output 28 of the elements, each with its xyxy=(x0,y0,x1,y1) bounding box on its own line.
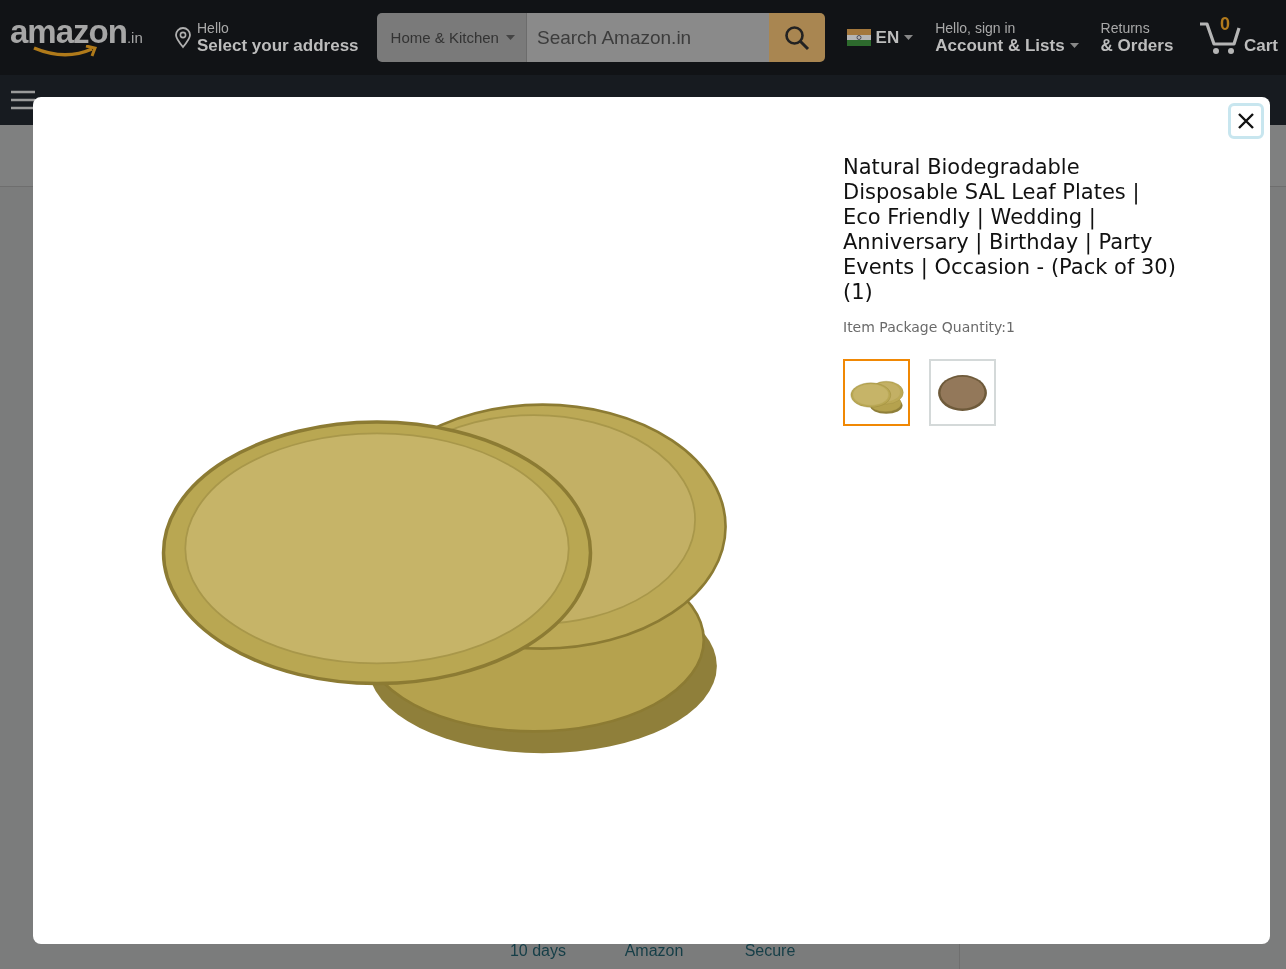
search-field[interactable]: Search Amazon.in xyxy=(526,13,769,62)
sign-in-greeting: Hello, sign in xyxy=(935,19,1017,36)
caret-icon xyxy=(1069,43,1079,48)
menu-icon[interactable] xyxy=(11,90,35,110)
smile-arrow-icon xyxy=(32,45,98,59)
package-quantity: Item Package Quantity:1 xyxy=(843,319,1016,335)
india-flag-icon xyxy=(846,29,871,46)
address-link[interactable]: Select your address xyxy=(197,35,359,56)
caret-icon xyxy=(904,35,914,40)
image-thumbnail[interactable] xyxy=(843,359,910,426)
cart-icon xyxy=(1198,19,1242,56)
single-plate-thumbnail xyxy=(938,374,987,411)
caret-icon xyxy=(505,35,515,40)
returns-label: Returns xyxy=(1100,19,1151,36)
search-icon xyxy=(783,24,810,51)
plate-stack-thumbnail xyxy=(850,380,904,414)
close-icon xyxy=(1237,112,1255,130)
product-title: Natural Biodegradable Disposable SAL Leaf Plates | Eco Friendly | Wedding | Anniversary | Birthday | Party Events | Occasion - (Pack of 30) (1) xyxy=(843,155,1177,305)
location-pin-icon[interactable] xyxy=(174,26,192,49)
logo-wordmark[interactable]: amazon xyxy=(10,16,127,48)
language-selector[interactable]: EN xyxy=(846,27,914,48)
logo-suffix: .in xyxy=(126,29,143,46)
close-button[interactable] xyxy=(1228,103,1264,139)
search-button[interactable] xyxy=(768,13,825,62)
image-thumbnail[interactable] xyxy=(929,359,996,426)
address-greeting: Hello xyxy=(197,19,230,36)
orders-link[interactable]: & Orders xyxy=(1100,35,1174,56)
account-lists-link[interactable]: Account & Lists xyxy=(935,35,1065,56)
